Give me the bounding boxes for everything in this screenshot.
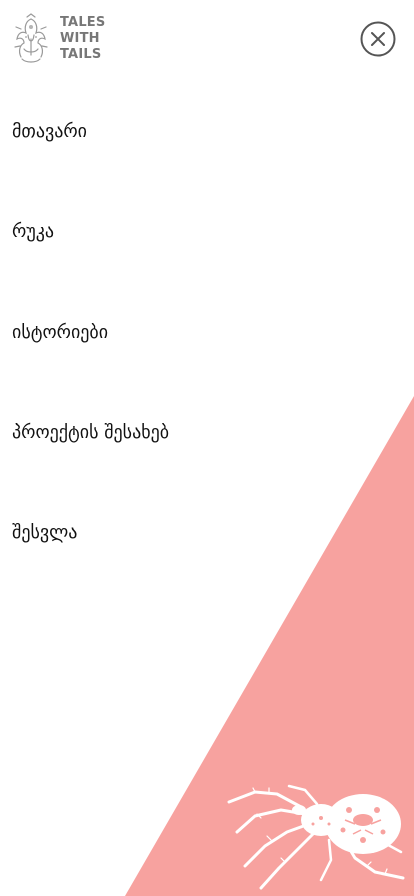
logo-line-1: TALES xyxy=(60,15,106,30)
logo[interactable]: TALES WITH TAILS xyxy=(12,13,105,65)
menu-item-main[interactable]: მთავარი xyxy=(12,118,87,146)
menu-item-stories[interactable]: ისტორიები xyxy=(12,319,108,347)
logo-line-2: WITH xyxy=(60,31,100,46)
close-button[interactable] xyxy=(360,21,396,57)
menu-item-map[interactable]: რუკა xyxy=(12,218,54,246)
logo-line-3: TAILS xyxy=(60,47,102,62)
griffin-logo-icon xyxy=(14,13,48,63)
menu-item-login[interactable]: შესვლა xyxy=(12,519,77,547)
menu-item-about-project[interactable]: პროექტის შესახებ xyxy=(12,419,169,447)
header: TALES WITH TAILS xyxy=(0,0,414,80)
spider-illustration xyxy=(227,784,405,890)
logo-text: TALES WITH TAILS xyxy=(60,15,105,63)
